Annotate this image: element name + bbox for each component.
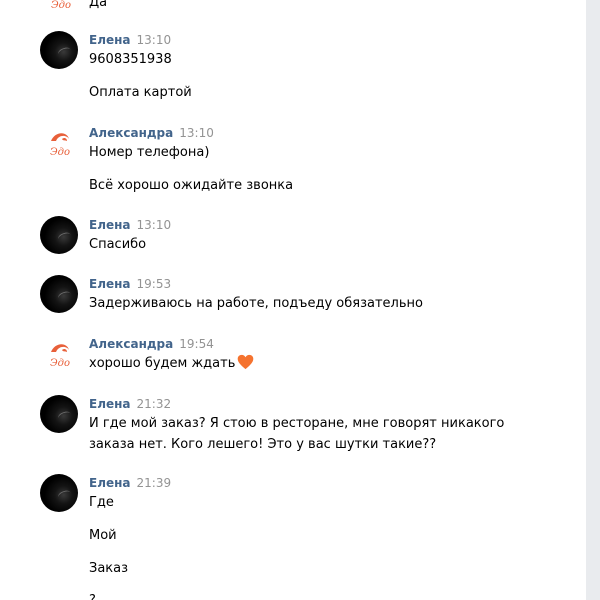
author-name[interactable]: Елена bbox=[89, 218, 131, 232]
avatar-elena[interactable] bbox=[40, 31, 78, 69]
message-time[interactable]: 19:53 bbox=[137, 277, 172, 291]
author-name[interactable]: Елена bbox=[89, 277, 131, 291]
svg-text:Эдо: Эдо bbox=[50, 358, 70, 369]
avatar-elena[interactable] bbox=[40, 275, 78, 313]
author-name[interactable]: Елена bbox=[89, 33, 131, 47]
message-time[interactable]: 13:10 bbox=[137, 218, 172, 232]
message-header: Александра 19:54 bbox=[89, 336, 214, 352]
avatar-elena[interactable] bbox=[40, 395, 78, 433]
message-text: Где bbox=[89, 495, 114, 510]
author-name[interactable]: Александра bbox=[89, 126, 173, 140]
message-time[interactable]: 13:10 bbox=[179, 126, 214, 140]
message-header: Елена 21:32 bbox=[89, 396, 171, 412]
message-text: Заказ bbox=[89, 561, 129, 576]
edo-logo-icon: Эдо bbox=[51, 0, 71, 11]
orange-heart-icon bbox=[238, 354, 254, 370]
author-name[interactable]: Елена bbox=[89, 397, 131, 411]
message-text: хорошо будем ждать bbox=[89, 356, 236, 371]
message-text: Оплата картой bbox=[89, 85, 192, 100]
message-header: Елена 19:53 bbox=[89, 276, 171, 292]
message-text: Всё хорошо ожидайте звонка bbox=[89, 178, 294, 193]
author-name[interactable]: Елена bbox=[89, 476, 131, 490]
chat-history: Эдо Да Елена 13:10 9608351938 Оплата карт… bbox=[0, 0, 586, 600]
svg-text:Эдо: Эдо bbox=[51, 0, 71, 11]
message-text: Да bbox=[89, 0, 108, 10]
message-time[interactable]: 19:54 bbox=[179, 337, 214, 351]
avatar-elena[interactable] bbox=[40, 216, 78, 254]
avatar-alexandra[interactable]: Эдо bbox=[40, 124, 78, 162]
message-time[interactable]: 13:10 bbox=[137, 33, 172, 47]
message-time[interactable]: 21:32 bbox=[137, 397, 172, 411]
avatar-alexandra[interactable]: Эдо bbox=[40, 335, 78, 373]
message-text: ? bbox=[89, 590, 569, 600]
message-text: 9608351938 bbox=[89, 52, 172, 67]
svg-text:Эдо: Эдо bbox=[50, 147, 70, 158]
avatar-elena[interactable] bbox=[40, 474, 78, 512]
message-text: И где мой заказ? Я стою в ресторане, мне… bbox=[89, 416, 505, 452]
message-text: Номер телефона) bbox=[89, 145, 210, 160]
edo-logo-icon: Эдо bbox=[50, 133, 70, 158]
message-header: Елена 13:10 bbox=[89, 217, 171, 233]
message-text: Мой bbox=[89, 528, 117, 543]
message-header: Александра 13:10 bbox=[89, 125, 214, 141]
author-name[interactable]: Александра bbox=[89, 337, 173, 351]
message-text: Спасибо bbox=[89, 237, 147, 252]
scrollbar-track[interactable] bbox=[586, 0, 600, 600]
message-time[interactable]: 21:39 bbox=[137, 476, 172, 490]
avatar-alexandra-partial[interactable]: Эдо bbox=[40, 0, 78, 14]
message-text-row: хорошо будем ждать bbox=[89, 353, 569, 374]
edo-logo-icon: Эдо bbox=[50, 344, 70, 369]
message-header: Елена 13:10 bbox=[89, 32, 171, 48]
message-text: Задерживаюсь на работе, подъеду обязател… bbox=[89, 296, 423, 311]
message-header: Елена 21:39 bbox=[89, 475, 171, 491]
